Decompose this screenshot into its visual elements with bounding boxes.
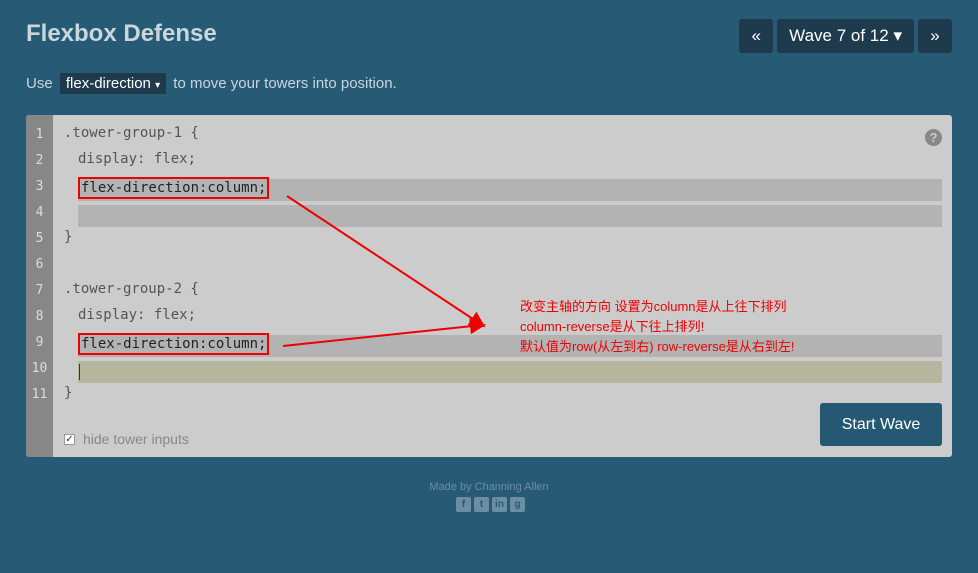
arrow-1 — [286, 195, 486, 328]
github-icon[interactable]: g — [510, 497, 525, 512]
arrow-2 — [282, 318, 486, 347]
facebook-icon[interactable]: f — [456, 497, 471, 512]
social-links: f t in g — [456, 497, 525, 512]
twitter-icon[interactable]: t — [474, 497, 489, 512]
footer-credit: Made by Channing Allen — [429, 481, 549, 493]
linkedin-icon[interactable]: in — [492, 497, 507, 512]
